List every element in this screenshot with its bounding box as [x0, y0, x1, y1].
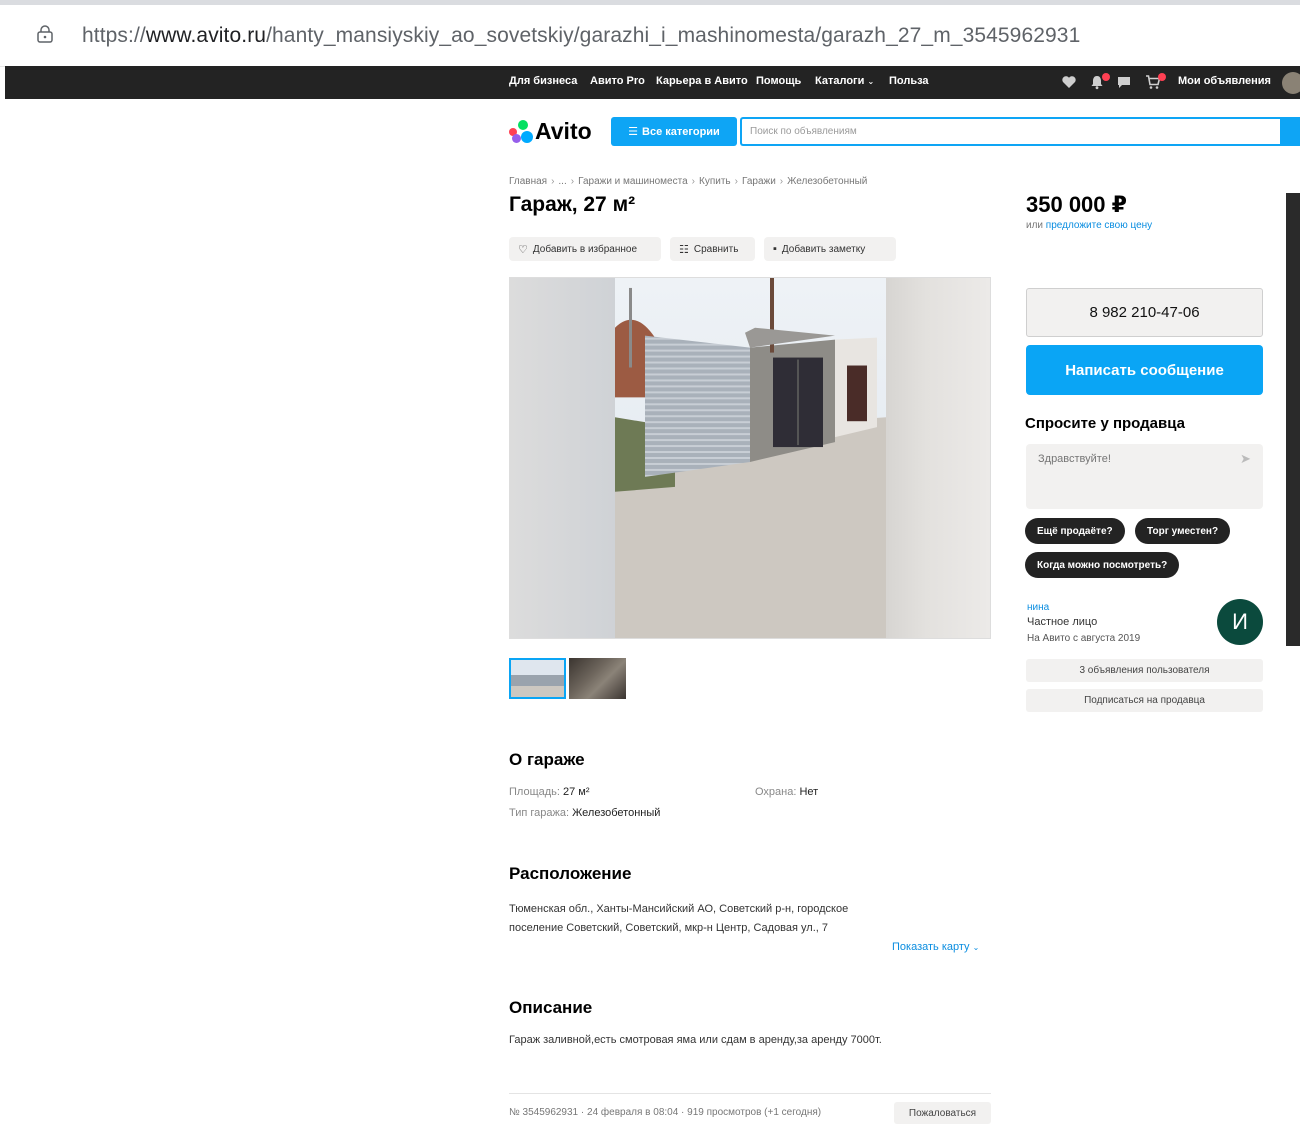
add-note-label: Добавить заметку: [781, 243, 866, 255]
breadcrumb-separator: ›: [734, 176, 738, 187]
suggest-price-link[interactable]: предложите свою цену: [1046, 220, 1152, 231]
about-heading: О гараже: [509, 750, 585, 769]
ask-seller-heading: Спросите у продавца: [1025, 415, 1185, 432]
subscribe-seller-button[interactable]: Подписаться на продавца: [1026, 689, 1263, 712]
compare-label: Сравнить: [693, 243, 739, 255]
show-phone-button[interactable]: 8 982 210-47-06: [1026, 288, 1263, 337]
ask-seller-input[interactable]: [1026, 444, 1263, 509]
avito-logo-icon: [509, 119, 533, 143]
breadcrumb-ellipsis[interactable]: ...: [558, 176, 566, 187]
top-navigation: Для бизнеса Авито Pro Карьера в Авито По…: [5, 66, 1300, 99]
all-categories-button[interactable]: ☰ Все категории: [611, 117, 737, 146]
avito-logo-text: Avito: [535, 117, 592, 144]
price-offer-line: или предложите свою цену: [1026, 220, 1152, 231]
nav-benefit[interactable]: Польза: [889, 75, 929, 87]
breadcrumb-garages[interactable]: Гаражи: [742, 176, 776, 187]
seller-ads-button[interactable]: 3 объявления пользователя: [1026, 659, 1263, 682]
send-arrow-icon[interactable]: ➤: [1240, 451, 1251, 467]
listing-meta: № 3545962931 · 24 февраля в 08:04 · 919 …: [509, 1107, 822, 1118]
heart-icon[interactable]: [1061, 74, 1077, 90]
quick-reply-bargain[interactable]: Торг уместен?: [1135, 518, 1231, 544]
search-field[interactable]: [740, 117, 1280, 146]
quick-reply-still-selling[interactable]: Ещё продаёте?: [1025, 518, 1125, 544]
breadcrumb-separator: ›: [551, 176, 555, 187]
gallery-blurred-left: [510, 278, 615, 638]
compare-button[interactable]: ☷ Сравнить: [670, 237, 755, 261]
add-to-favorites-label: Добавить в избранное: [532, 243, 638, 255]
browser-url-bar: https://www.avito.ru/hanty_mansiyskiy_ao…: [0, 0, 1300, 67]
url-path: /hanty_mansiyskiy_ao_sovetskiy/garazhi_i…: [266, 24, 1081, 47]
add-to-favorites-button[interactable]: ♡ Добавить в избранное: [509, 237, 661, 261]
heart-outline-icon: ♡: [518, 243, 528, 256]
browser-tab-strip-edge: [0, 0, 1300, 5]
param-security: Охрана: Нет: [755, 786, 818, 798]
ask-seller-box: [1026, 444, 1263, 509]
breadcrumb-separator: ›: [779, 176, 784, 187]
breadcrumb: Главная ›... › Гаражи и машиноместа › Купить ›…: [509, 176, 867, 187]
show-map-link[interactable]: Показать карту ⌄: [892, 941, 979, 953]
nav-catalogs[interactable]: Каталоги ⌄: [815, 75, 874, 87]
search-input[interactable]: [742, 119, 1280, 144]
url-domain: www.avito.ru: [145, 24, 267, 47]
nav-catalogs-label: Каталоги: [815, 75, 865, 87]
param-security-label: Охрана:: [755, 786, 797, 798]
seller-avatar[interactable]: И: [1217, 599, 1263, 645]
price: 350 000 ₽: [1026, 192, 1127, 217]
breadcrumb-home[interactable]: Главная: [509, 176, 547, 187]
note-icon: ▪: [773, 243, 777, 255]
show-map-label: Показать карту: [892, 941, 970, 953]
nav-avito-pro[interactable]: Авито Pro: [590, 75, 645, 87]
location-heading: Расположение: [509, 864, 632, 883]
breadcrumb-separator: ›: [691, 176, 695, 187]
breadcrumb-buy[interactable]: Купить: [699, 176, 731, 187]
param-area-label: Площадь:: [509, 786, 560, 798]
param-area: Площадь: 27 м²: [509, 786, 590, 798]
compare-icon: ☷: [679, 243, 689, 256]
side-panel-edge: [1286, 193, 1300, 646]
address-text: Тюменская обл., Ханты-Мансийский АО, Сов…: [509, 903, 849, 934]
gallery-thumbnail-1[interactable]: [509, 658, 566, 699]
description-heading: Описание: [509, 998, 593, 1017]
garage-photo[interactable]: [615, 278, 886, 638]
breadcrumb-concrete[interactable]: Железобетонный: [787, 176, 867, 187]
lock-icon[interactable]: [36, 25, 54, 43]
breadcrumb-garages-parking[interactable]: Гаражи и машиноместа: [578, 176, 688, 187]
param-area-value: 27 м²: [563, 786, 590, 798]
add-note-button[interactable]: ▪ Добавить заметку: [764, 237, 896, 261]
nav-for-business[interactable]: Для бизнеса: [509, 75, 577, 87]
url-prefix: https://: [82, 24, 146, 47]
write-message-button[interactable]: Написать сообщение: [1026, 345, 1263, 395]
param-type-label: Тип гаража:: [509, 807, 570, 819]
chevron-down-icon: ⌄: [972, 943, 980, 952]
avito-logo[interactable]: Avito: [509, 117, 592, 145]
nav-help[interactable]: Помощь: [756, 75, 801, 87]
divider: [509, 1093, 991, 1094]
chat-icon[interactable]: [1116, 74, 1132, 90]
page-title: Гараж, 27 м²: [509, 193, 636, 216]
address-bar[interactable]: https://www.avito.ru/hanty_mansiyskiy_ao…: [82, 24, 1080, 48]
photo-gallery[interactable]: [509, 277, 991, 639]
nav-careers[interactable]: Карьера в Авито: [656, 75, 748, 87]
avatar-icon[interactable]: [1282, 72, 1300, 94]
param-security-value: Нет: [799, 786, 819, 798]
price-or-label: или: [1026, 220, 1044, 231]
gallery-thumbnail-2[interactable]: [569, 658, 626, 699]
seller-type: Частное лицо: [1027, 616, 1098, 628]
seller-name-link[interactable]: нина: [1027, 602, 1049, 613]
chevron-down-icon: ⌄: [867, 77, 875, 86]
nav-my-ads[interactable]: Мои объявления: [1178, 75, 1271, 87]
quick-reply-when-view[interactable]: Когда можно посмотреть?: [1025, 552, 1180, 578]
notifications-badge: [1102, 73, 1110, 81]
param-type-value: Железобетонный: [572, 807, 661, 819]
param-type: Тип гаража: Железобетонный: [509, 807, 660, 819]
search-button[interactable]: [1280, 117, 1300, 146]
gallery-blurred-right: [884, 278, 990, 638]
cart-badge: [1158, 73, 1166, 81]
seller-since: На Авито с августа 2019: [1027, 633, 1141, 644]
breadcrumb-separator: ›: [570, 176, 575, 187]
description-text: Гараж заливной,есть смотровая яма или сд…: [509, 1034, 882, 1046]
menu-search-icon: ☰: [628, 126, 639, 138]
all-categories-label: Все категории: [642, 125, 720, 138]
